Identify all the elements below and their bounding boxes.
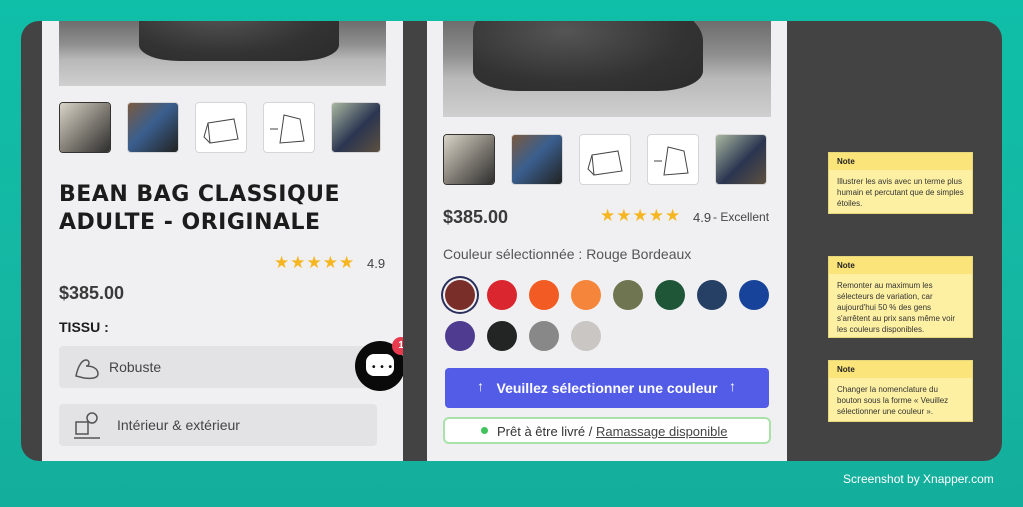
feature-label: Intérieur & extérieur — [117, 417, 240, 433]
color-swatch[interactable] — [487, 321, 517, 351]
color-swatch[interactable] — [487, 280, 517, 310]
flexed-arm-icon — [75, 359, 99, 380]
in-stock-dot-icon — [481, 427, 488, 434]
product-panel-improved: $385.00 ★★★★★ 4.9 - Excellent Couleur sé… — [427, 21, 787, 461]
thumbnail-5[interactable] — [715, 134, 767, 185]
color-swatch[interactable] — [445, 280, 475, 310]
thumbnail-1[interactable] — [59, 102, 111, 153]
stock-status: Prêt à être livré / Ramassage disponible — [443, 417, 771, 444]
rating-label: - Excellent — [713, 210, 770, 224]
arrow-up-icon: ↑ — [729, 378, 736, 394]
note-body: Illustrer les avis avec un terme plus hu… — [837, 177, 964, 208]
color-swatch[interactable] — [613, 280, 643, 310]
rating-stars: ★★★★★ — [600, 206, 682, 225]
product-panel-original: BEAN BAG CLASSIQUE ADULTE - ORIGINALE ★★… — [42, 21, 403, 461]
add-to-cart-button[interactable]: ↑ Veuillez sélectionner une couleur ↑ — [445, 368, 769, 408]
app-window: BEAN BAG CLASSIQUE ADULTE - ORIGINALE ★★… — [21, 21, 1002, 461]
thumbnail-3[interactable] — [579, 134, 631, 185]
color-swatch[interactable] — [571, 321, 601, 351]
color-swatch[interactable] — [571, 280, 601, 310]
feature-indoor-outdoor: Intérieur & extérieur — [59, 404, 377, 446]
thumbnail-3[interactable] — [195, 102, 247, 153]
rating-value: 4.9 — [367, 256, 386, 271]
chat-unread-badge: 1 — [392, 337, 403, 355]
note-card: Note Illustrer les avis avec un terme pl… — [828, 152, 973, 214]
selected-color-label: Couleur sélectionnée : Rouge Bordeaux — [443, 246, 692, 262]
thumbnail-1[interactable] — [443, 134, 495, 185]
stock-text: Prêt à être livré / — [497, 424, 596, 439]
product-title: BEAN BAG CLASSIQUE ADULTE - ORIGINALE — [59, 182, 341, 235]
cta-label: Veuillez sélectionner une couleur — [496, 380, 718, 396]
note-title: Note — [829, 361, 972, 378]
color-swatch[interactable] — [529, 321, 559, 351]
thumbnail-2[interactable] — [511, 134, 563, 185]
note-title: Note — [829, 153, 972, 170]
note-body: Remonter au maximum les sélecteurs de va… — [837, 281, 956, 334]
note-card: Note Changer la nomenclature du bouton s… — [828, 360, 973, 422]
thumbnail-4[interactable] — [263, 102, 315, 153]
feature-label: Robuste — [109, 359, 162, 375]
note-body: Changer la nomenclature du bouton sous l… — [837, 385, 949, 416]
product-hero-image[interactable] — [59, 21, 386, 86]
color-swatch[interactable] — [445, 321, 475, 351]
rating-stars: ★★★★★ — [274, 253, 356, 272]
fabric-label: TISSU : — [59, 319, 109, 335]
screenshot-credit: Screenshot by Xnapper.com — [843, 472, 994, 486]
note-card: Note Remonter au maximum les sélecteurs … — [828, 256, 973, 338]
feature-robuste: Robuste — [59, 346, 377, 388]
pickup-link[interactable]: Ramassage disponible — [596, 424, 728, 439]
price: $385.00 — [59, 283, 125, 303]
indoor-outdoor-icon — [74, 412, 100, 439]
thumbnail-5[interactable] — [331, 102, 381, 153]
thumbnail-4[interactable] — [647, 134, 699, 185]
product-hero-image[interactable] — [443, 21, 771, 117]
color-swatch[interactable] — [529, 280, 559, 310]
thumbnail-2[interactable] — [127, 102, 179, 153]
color-swatch[interactable] — [739, 280, 769, 310]
note-title: Note — [829, 257, 972, 274]
color-swatch[interactable] — [697, 280, 727, 310]
color-swatch[interactable] — [655, 280, 685, 310]
price: $385.00 — [443, 207, 509, 227]
rating-value: 4.9 — [693, 210, 712, 225]
